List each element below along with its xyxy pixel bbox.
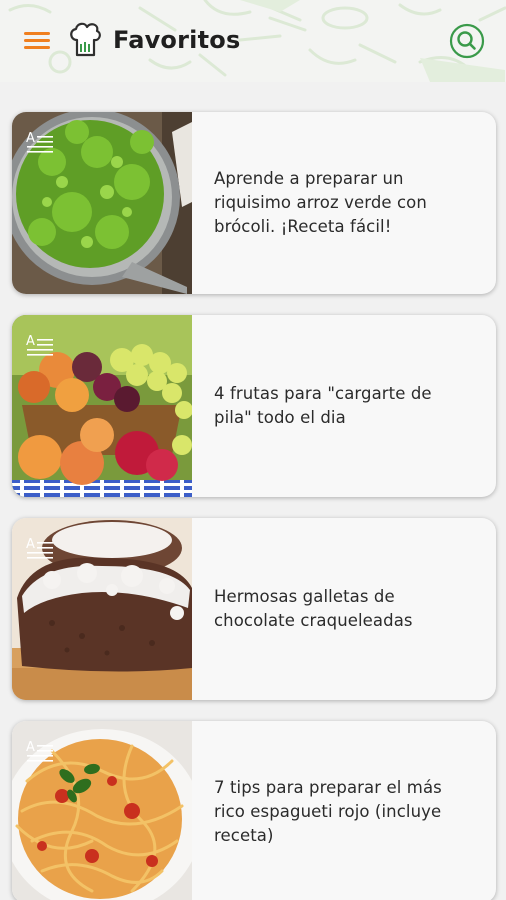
article-title: 7 tips para preparar el más rico espague…: [192, 721, 496, 900]
article-card[interactable]: A Aprende a preparar un riquisimo arroz …: [12, 112, 496, 294]
article-title: Hermosas galletas de chocolate craquelea…: [192, 518, 496, 700]
page-title: Favoritos: [113, 26, 241, 54]
chef-hat-icon: [70, 22, 101, 57]
svg-text:A: A: [26, 334, 35, 349]
article-card[interactable]: A 7 tips para preparar el más rico espag…: [12, 721, 496, 900]
svg-text:A: A: [26, 740, 35, 755]
search-icon[interactable]: [448, 22, 486, 60]
article-card[interactable]: A 4 frutas para "cargarte de pila" todo …: [12, 315, 496, 497]
hamburger-menu-icon: [24, 32, 50, 49]
article-text-icon: A: [26, 537, 53, 559]
article-card[interactable]: A Hermosas galletas de chocolate craquel…: [12, 518, 496, 700]
green-rice-broccoli-photo: A: [12, 112, 192, 294]
svg-text:A: A: [26, 131, 35, 146]
red-spaghetti-photo: A: [12, 721, 192, 900]
favorites-list: A Aprende a preparar un riquisimo arroz …: [12, 112, 496, 900]
svg-text:A: A: [26, 537, 35, 552]
article-text-icon: A: [26, 740, 53, 762]
article-title: 4 frutas para "cargarte de pila" todo el…: [192, 315, 496, 497]
app-bar: Favoritos: [0, 0, 506, 82]
article-title-text: Aprende a preparar un riquisimo arroz ve…: [214, 169, 427, 236]
article-title-text: Hermosas galletas de chocolate craquelea…: [214, 587, 413, 630]
chocolate-crinkle-cookies-photo: A: [12, 518, 192, 700]
article-text-icon: A: [26, 131, 53, 153]
article-text-icon: A: [26, 334, 53, 356]
fruit-basket-photo: A: [12, 315, 192, 497]
article-title: Aprende a preparar un riquisimo arroz ve…: [192, 112, 496, 294]
article-title-text: 4 frutas para "cargarte de pila" todo el…: [214, 384, 432, 427]
menu-button[interactable]: [20, 26, 54, 54]
article-title-text: 7 tips para preparar el más rico espague…: [214, 778, 442, 845]
